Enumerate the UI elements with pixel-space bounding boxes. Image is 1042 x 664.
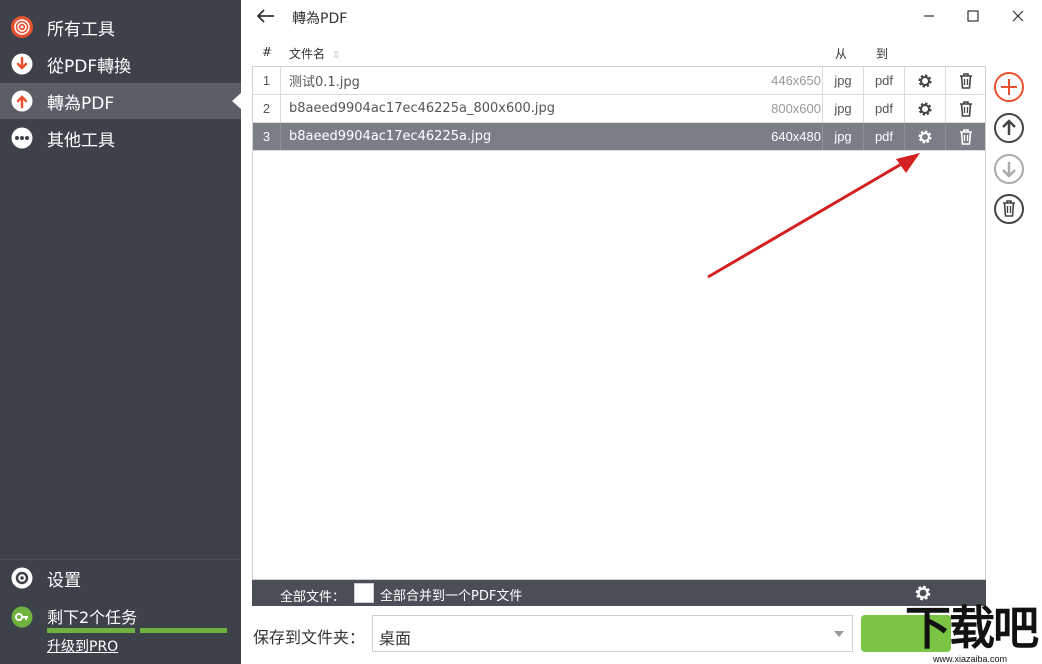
watermark-logo: 下载吧 www.xiazaiba.com	[905, 600, 1042, 664]
to-format[interactable]: pdf	[863, 67, 904, 94]
column-header-to: 到	[876, 47, 889, 61]
move-down-arrow-icon[interactable]	[993, 153, 1025, 185]
row-delete-trash-icon[interactable]	[945, 123, 985, 150]
row-number: 2	[253, 95, 281, 122]
merge-checkbox[interactable]	[354, 583, 374, 603]
column-header-from: 从	[835, 47, 848, 61]
minimize-icon[interactable]	[914, 4, 944, 28]
table-row[interactable]: 1 测试0.1.jpg 446x650 jpg pdf	[253, 67, 985, 95]
arrow-up-circle-icon	[11, 90, 33, 112]
file-name: 测试0.1.jpg	[289, 75, 360, 90]
sidebar-item-settings[interactable]: 设置	[0, 560, 241, 596]
sort-icon: ⇳	[331, 50, 341, 61]
watermark-url: www.xiazaiba.com	[933, 654, 1008, 664]
image-dimensions: 800x600	[771, 101, 821, 116]
back-arrow-icon[interactable]	[254, 6, 276, 26]
file-name: b8aeed9904ac17ec46225a.jpg	[289, 129, 492, 144]
sidebar-item-label: 從PDF轉換	[47, 56, 132, 77]
target-icon	[11, 16, 33, 38]
task-progress-segment	[140, 628, 227, 633]
from-format: jpg	[822, 95, 863, 122]
row-settings-gear-icon[interactable]	[904, 95, 945, 122]
row-delete-trash-icon[interactable]	[945, 95, 985, 122]
more-dots-icon	[11, 127, 33, 149]
row-number: 3	[253, 123, 281, 150]
key-icon	[11, 606, 33, 628]
file-table: 1 测试0.1.jpg 446x650 jpg pdf 2 b8aeed9904…	[252, 66, 986, 580]
table-row[interactable]: 2 b8aeed9904ac17ec46225a_800x600.jpg 800…	[253, 95, 985, 123]
from-format: jpg	[822, 67, 863, 94]
column-header-label: 文件名	[289, 47, 326, 61]
image-dimensions: 446x650	[771, 73, 821, 88]
to-format[interactable]: pdf	[863, 95, 904, 122]
upgrade-link[interactable]: 升级到PRO	[47, 636, 118, 656]
sidebar-item-all-tools[interactable]: 所有工具	[0, 9, 241, 45]
clear-all-trash-icon[interactable]	[993, 193, 1025, 225]
app-window: 所有工具 從PDF轉換 轉為PDF 其他工具 设置 剩下2个任务 升级到PRO …	[0, 0, 1042, 664]
sidebar-item-label: 所有工具	[47, 19, 115, 40]
gear-icon	[11, 567, 33, 589]
maximize-icon[interactable]	[958, 4, 988, 28]
row-delete-trash-icon[interactable]	[945, 67, 985, 94]
arrow-down-circle-icon	[11, 53, 33, 75]
all-files-label: 全部文件：	[280, 590, 346, 605]
sidebar: 所有工具 從PDF轉換 轉為PDF 其他工具 设置 剩下2个任务 升级到PRO	[0, 0, 241, 664]
task-progress-segment	[47, 628, 135, 633]
file-name: b8aeed9904ac17ec46225a_800x600.jpg	[289, 101, 556, 116]
sidebar-item-to-pdf[interactable]: 轉為PDF	[0, 83, 241, 119]
sidebar-item-label: 轉為PDF	[47, 93, 115, 114]
sidebar-item-label: 设置	[47, 570, 81, 591]
add-file-plus-icon[interactable]	[993, 71, 1025, 103]
chevron-down-icon	[834, 631, 844, 637]
save-folder-label: 保存到文件夹：	[253, 628, 366, 647]
merge-label: 全部合并到一个PDF文件	[380, 589, 523, 604]
sidebar-item-label: 其他工具	[47, 130, 115, 151]
tasks-remaining-label: 剩下2个任务	[47, 608, 138, 627]
table-footer-bar: 全部文件： 全部合并到一个PDF文件	[252, 580, 986, 606]
active-indicator	[232, 93, 241, 109]
move-up-arrow-icon[interactable]	[993, 112, 1025, 144]
page-title: 轉為PDF	[292, 11, 348, 27]
save-folder-value: 桌面	[379, 629, 412, 648]
row-number: 1	[253, 67, 281, 94]
sidebar-item-other-tools[interactable]: 其他工具	[0, 120, 241, 156]
watermark-text: 下载吧	[905, 601, 1039, 655]
close-icon[interactable]	[1003, 4, 1033, 28]
column-header-number: #	[262, 45, 273, 59]
save-folder-select[interactable]: 桌面	[372, 615, 853, 652]
column-header-filename[interactable]: 文件名 ⇳	[289, 45, 340, 62]
annotation-arrow	[707, 153, 920, 279]
sidebar-item-from-pdf[interactable]: 從PDF轉換	[0, 46, 241, 82]
row-settings-gear-icon[interactable]	[904, 67, 945, 94]
